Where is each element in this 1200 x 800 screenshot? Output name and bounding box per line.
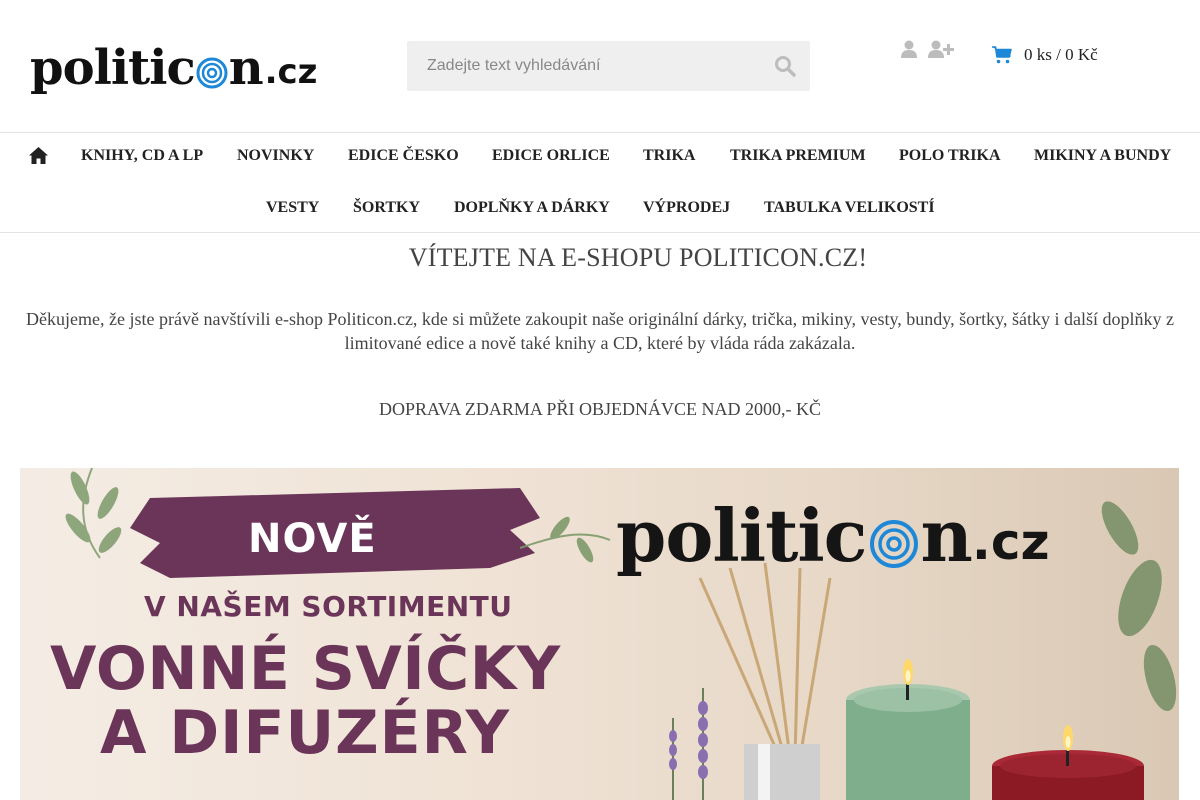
search-input[interactable]: [407, 41, 757, 91]
lavender: [669, 688, 708, 800]
nav-item-edice-cesko[interactable]: EDICE ČESKO: [348, 147, 459, 165]
nav-row-1: KNIHY, CD A LP NOVINKY EDICE ČESKO EDICE…: [0, 133, 1200, 183]
diffuser-bottle: [744, 744, 820, 800]
banner-subtitle: V NAŠEM SORTIMENTU: [144, 590, 513, 623]
cart-summary[interactable]: 0 ks / 0 Kč: [992, 44, 1098, 66]
banner-logo-text-a: politic: [616, 493, 868, 578]
nav-item-mikiny-bundy[interactable]: MIKINY A BUNDY: [1034, 147, 1171, 165]
nav-item-vesty[interactable]: VESTY: [266, 199, 319, 217]
nav-item-doplnky[interactable]: DOPLŇKY A DÁRKY: [454, 199, 610, 217]
nav-item-vyprodej[interactable]: VÝPRODEJ: [643, 199, 730, 217]
spiral-o-icon: [196, 57, 228, 89]
logo-text-b: n: [228, 40, 264, 96]
banner-logo: politic n .cz: [616, 500, 1050, 572]
site-logo[interactable]: politic n .cz: [30, 36, 317, 92]
banner-spiral-o-icon: [869, 520, 918, 568]
free-shipping-notice: DOPRAVA ZDARMA PŘI OBJEDNÁVCE NAD 2000,-…: [379, 399, 821, 419]
nav-item-trika[interactable]: TRIKA: [643, 147, 695, 165]
banner-headline-2: A DIFUZÉRY: [100, 698, 511, 768]
cart-icon: [992, 46, 1012, 64]
main-navigation: KNIHY, CD A LP NOVINKY EDICE ČESKO EDICE…: [0, 132, 1200, 233]
logo-tld: .cz: [264, 52, 318, 92]
intro-text: Děkujeme, že jste právě navštívili e-sho…: [26, 309, 1174, 353]
logo-text-a: politic: [30, 40, 196, 96]
search-box: [407, 41, 810, 91]
olive-branch-left: [65, 468, 122, 559]
user-icon[interactable]: [901, 40, 917, 58]
banner-badge: NOVĚ: [248, 516, 377, 562]
banner-headline-1: VONNÉ SVÍČKY: [50, 634, 561, 704]
search-icon[interactable]: [774, 55, 796, 77]
promo-banner[interactable]: NOVĚ V NAŠEM SORTIMENTU VONNÉ SVÍČKY A D…: [20, 468, 1179, 800]
green-candle: [846, 700, 970, 800]
nav-item-news[interactable]: NOVINKY: [237, 147, 314, 165]
banner-logo-text-b: n: [920, 493, 973, 578]
nav-item-tabulka-velikosti[interactable]: TABULKA VELIKOSTÍ: [764, 199, 935, 217]
logo-wordmark: politic n: [30, 40, 264, 96]
nav-item-sortky[interactable]: ŠORTKY: [353, 199, 420, 217]
banner-logo-wordmark: politic n: [616, 493, 973, 578]
page-title: VÍTEJTE NA E-SHOPU POLITICON.CZ!: [408, 243, 868, 272]
user-plus-icon[interactable]: [928, 40, 954, 58]
home-icon[interactable]: [29, 147, 48, 164]
banner-logo-tld: .cz: [971, 513, 1050, 571]
nav-item-polo-trika[interactable]: POLO TRIKA: [899, 147, 1001, 165]
nav-row-2: VESTY ŠORTKY DOPLŇKY A DÁRKY VÝPRODEJ TA…: [0, 185, 1200, 235]
nav-item-edice-orlice[interactable]: EDICE ORLICE: [492, 147, 610, 165]
site-header: politic n .cz 0: [0, 0, 1200, 132]
diffuser-sticks: [698, 562, 832, 759]
cart-text: 0 ks / 0 Kč: [1024, 45, 1098, 64]
nav-item-books[interactable]: KNIHY, CD A LP: [81, 147, 203, 165]
nav-item-trika-premium[interactable]: TRIKA PREMIUM: [730, 147, 866, 165]
